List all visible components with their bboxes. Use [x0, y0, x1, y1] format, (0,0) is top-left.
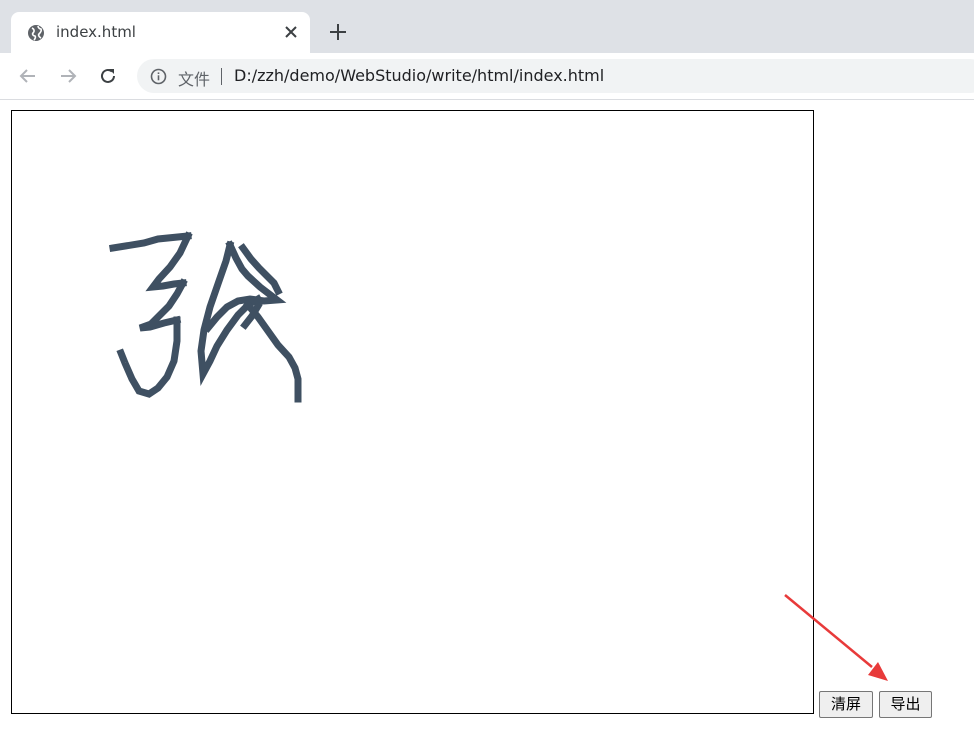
tab-strip: index.html — [0, 0, 974, 53]
export-button[interactable]: 导出 — [879, 691, 932, 718]
handwriting-strokes — [108, 231, 302, 403]
address-separator — [221, 68, 222, 85]
new-tab-plus-icon[interactable] — [327, 21, 349, 43]
close-icon[interactable] — [282, 23, 300, 41]
globe-icon — [27, 24, 45, 42]
page-content: 清屏 导出 — [0, 100, 974, 737]
scheme-label: 文件 — [178, 70, 211, 89]
browser-toolbar: 文件 D:/zzh/demo/WebStudio/write/html/inde… — [0, 53, 974, 100]
address-bar[interactable]: 文件 D:/zzh/demo/WebStudio/write/html/inde… — [137, 59, 974, 93]
back-arrow-icon[interactable] — [17, 65, 39, 87]
tab-title: index.html — [56, 23, 136, 41]
url-text[interactable]: D:/zzh/demo/WebStudio/write/html/index.h… — [234, 66, 604, 85]
browser-window: index.html 文件 D:/zzh/demo/WebStudio/writ… — [0, 0, 974, 737]
reload-icon[interactable] — [97, 65, 119, 87]
drawing-canvas[interactable] — [11, 110, 814, 714]
info-icon[interactable] — [150, 68, 167, 85]
forward-arrow-icon[interactable] — [57, 65, 79, 87]
tab-index[interactable]: index.html — [11, 12, 310, 53]
clear-button[interactable]: 清屏 — [819, 691, 873, 718]
